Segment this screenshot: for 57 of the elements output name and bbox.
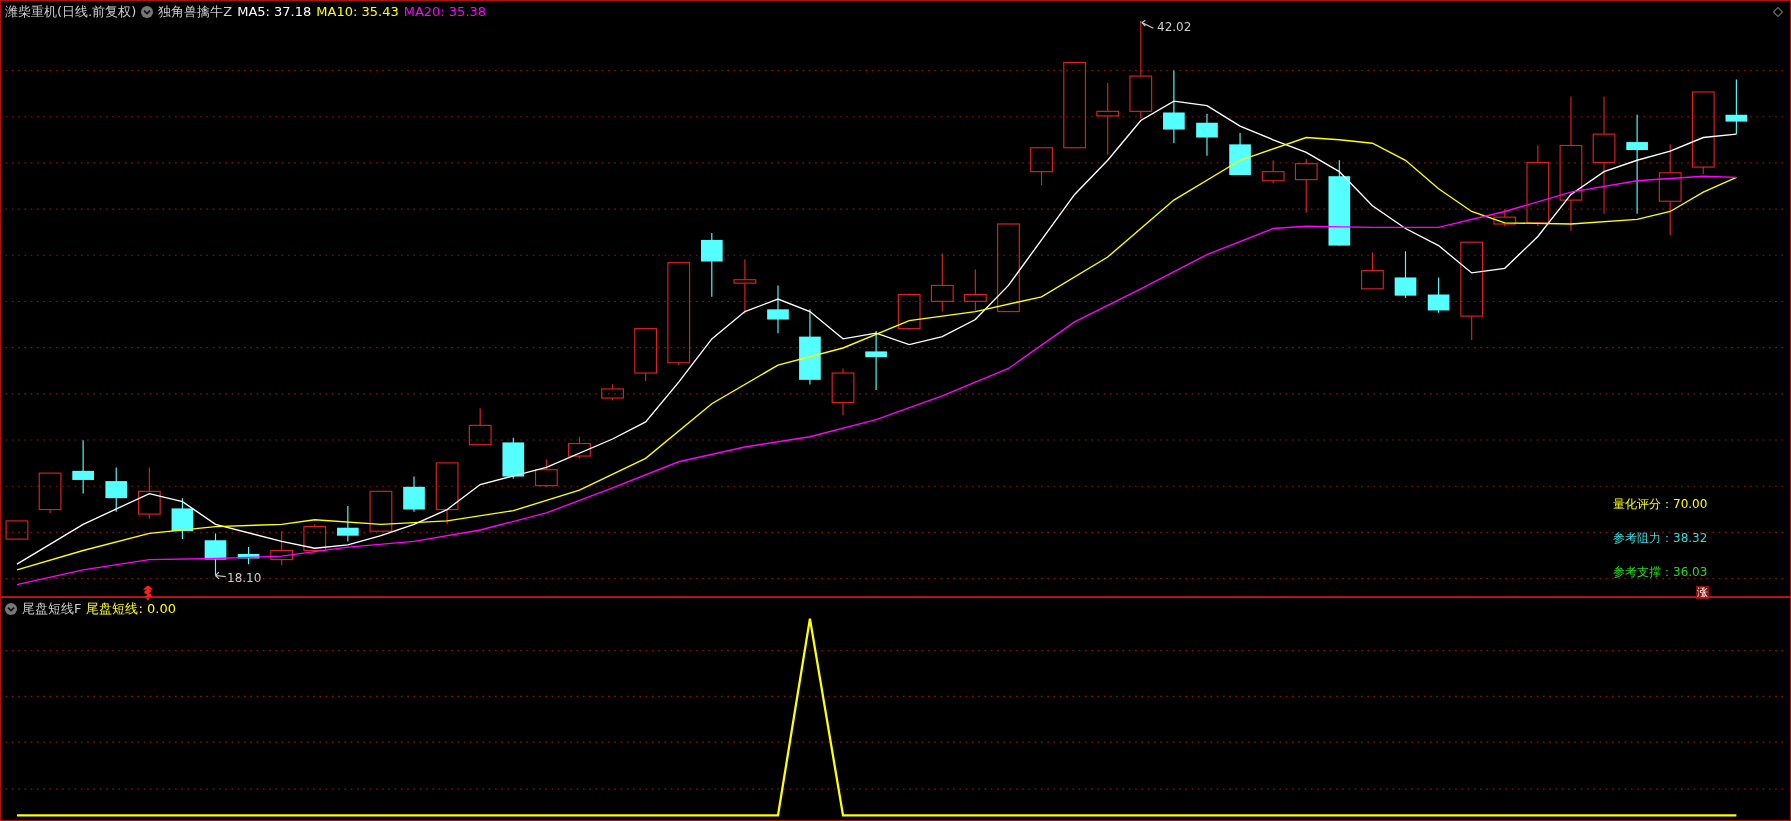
candlestick: [1394, 250, 1417, 299]
stock-title: 潍柴重机(日线.前复权): [5, 4, 137, 20]
ma-legend: MA10: 35.43: [316, 4, 399, 20]
candlestick: [534, 458, 558, 488]
buy-signal-icon: [143, 586, 153, 600]
price-label: 42.02: [1157, 20, 1192, 34]
candlestick: [270, 530, 294, 566]
candlestick: [1196, 113, 1218, 157]
leader-line: [1140, 19, 1154, 29]
diamond-icon[interactable]: [1773, 7, 1783, 17]
rise-badge: 涨: [1696, 586, 1709, 599]
candlestick: [204, 532, 227, 577]
price-label: 18.10: [227, 571, 262, 585]
candlestick: [897, 292, 921, 331]
candlestick: [1427, 276, 1450, 314]
candlestick: [369, 490, 393, 532]
candlestick: [5, 520, 29, 540]
candlestick: [634, 328, 658, 382]
candlestick: [1294, 158, 1318, 214]
candlestick: [403, 475, 425, 513]
candlestick: [700, 232, 723, 298]
stat-text: 量化评分：70.00: [1613, 497, 1708, 511]
candlestick: [303, 523, 327, 554]
candlestick: [767, 284, 789, 334]
candlestick: [1261, 159, 1285, 184]
candlestick: [337, 505, 359, 542]
candlestick: [733, 258, 757, 315]
candlestick: [831, 367, 855, 416]
candlestick: [1725, 78, 1748, 135]
indicator-name[interactable]: 独角兽擒牛Z: [158, 4, 233, 20]
candlestick: [568, 436, 591, 459]
ma-legend: MA5: 37.18: [237, 4, 312, 20]
candlestick: [1493, 208, 1517, 227]
candlestick: [137, 466, 161, 520]
candlestick: [72, 439, 94, 495]
candlestick: [865, 330, 887, 391]
candlestick: [1030, 147, 1053, 186]
leader-line: [214, 571, 227, 580]
candlestick: [237, 546, 260, 565]
candlestick: [963, 268, 987, 311]
candlestick: [601, 383, 624, 401]
candlestick: [38, 472, 62, 514]
dropdown-icon: [5, 603, 17, 615]
panel-title[interactable]: 尾盘短线F: [22, 601, 82, 617]
candlestick: [105, 466, 128, 513]
candlestick: [1361, 251, 1384, 290]
indicator-legend: 尾盘短线: 0.00: [86, 601, 176, 617]
candlestick: [1229, 132, 1251, 176]
dropdown-icon: [141, 6, 154, 18]
candlestick: [502, 437, 525, 480]
candlestick: [930, 253, 954, 313]
candlestick: [468, 407, 492, 446]
candlestick: [435, 462, 459, 525]
candlestick: [171, 497, 194, 540]
stat-text: 参考阻力：38.32: [1613, 531, 1708, 545]
stat-text: 参考支撑：36.03: [1613, 565, 1708, 579]
ma-legend: MA20: 35.38: [403, 4, 487, 20]
